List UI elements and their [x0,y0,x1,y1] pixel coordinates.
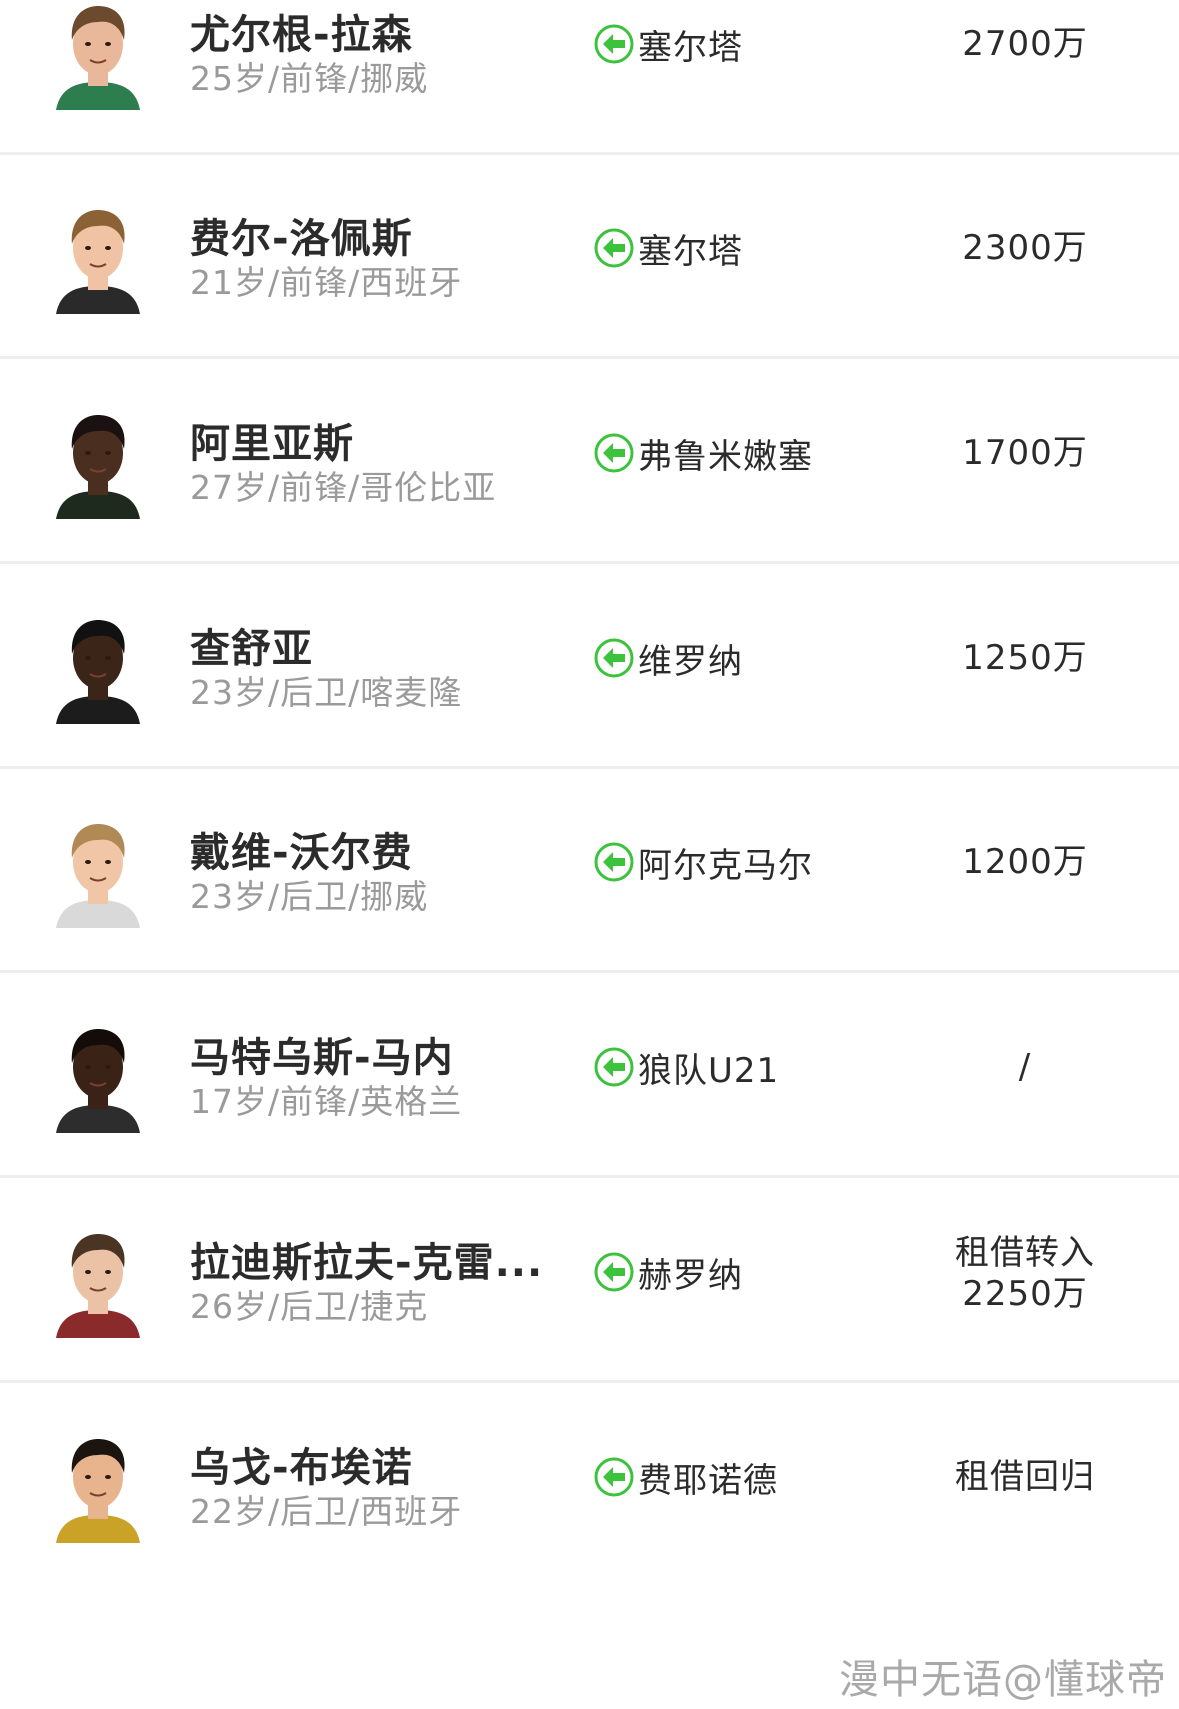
from-club: 维罗纳 [594,636,743,682]
arrow-left-circle-icon [594,1457,634,1497]
transfer-fee-line: 1250万 [962,638,1088,678]
player-info: 17岁/前锋/英格兰 [190,1082,463,1121]
player-avatar [50,1023,146,1133]
transfer-row[interactable]: 阿里亚斯 27岁/前锋/哥伦比亚 弗鲁米嫩塞 1700万 [0,359,1179,564]
arrow-left-circle-icon [594,24,634,64]
player-info: 22岁/后卫/西班牙 [190,1492,463,1531]
from-club-name: 塞尔塔 [638,27,743,68]
from-club-name: 弗鲁米嫩塞 [638,436,813,477]
transfer-row[interactable]: 乌戈-布埃诺 22岁/后卫/西班牙 费耶诺德 租借回归 [0,1383,1179,1588]
transfer-fee-line: 2700万 [962,24,1088,64]
transfer-fee: 2300万 [930,228,1120,269]
from-club: 狼队U21 [594,1045,780,1091]
transfer-row[interactable]: 马特乌斯-马内 17岁/前锋/英格兰 狼队U21/ [0,973,1179,1178]
transfer-fee-line: 1700万 [962,433,1088,473]
player-info: 23岁/后卫/挪威 [190,877,429,916]
player-avatar [50,614,146,724]
player-info: 21岁/前锋/西班牙 [190,263,463,302]
from-club: 费耶诺德 [594,1455,778,1501]
transfer-fee: 租借转入 2250万 [930,1233,1120,1315]
player-info: 25岁/前锋/挪威 [190,59,429,98]
player-avatar [50,818,146,928]
transfer-row[interactable]: 尤尔根-拉森 25岁/前锋/挪威 塞尔塔 2700万 [0,0,1179,155]
player-avatar [50,1228,146,1338]
arrow-left-circle-icon [594,433,634,473]
player-info: 27岁/前锋/哥伦比亚 [190,468,497,507]
transfer-fee: 租借回归 [930,1457,1120,1498]
transfer-fee: 2700万 [930,24,1120,65]
player-avatar [50,409,146,519]
transfer-row[interactable]: 戴维-沃尔费 23岁/后卫/挪威 阿尔克马尔 1200万 [0,768,1179,973]
arrow-left-circle-icon [594,842,634,882]
watermark: 漫中无语@懂球帝 [839,1657,1167,1703]
from-club-name: 阿尔克马尔 [638,845,813,886]
transfer-page: 尤尔根-拉森 25岁/前锋/挪威 塞尔塔 2700万 费尔-洛佩斯 21岁/前锋/西班牙塞… [0,0,1179,1709]
from-club-name: 塞尔塔 [638,231,743,272]
from-club-name: 维罗纳 [638,641,743,682]
player-info: 26岁/后卫/捷克 [190,1287,429,1326]
player-avatar [50,0,146,110]
transfer-fee-line: 租借转入 [955,1233,1095,1273]
transfer-row[interactable]: 查舒亚 23岁/后卫/喀麦隆 维罗纳 1250万 [0,564,1179,769]
from-club-name: 费耶诺德 [638,1460,778,1501]
from-club: 弗鲁米嫩塞 [594,431,813,477]
from-club: 阿尔克马尔 [594,840,813,886]
transfer-row[interactable]: 拉迪斯拉夫-克雷... 26岁/后卫/捷克 赫罗纳 租借转入 2250万 [0,1178,1179,1383]
transfer-fee-line: 租借回归 [955,1457,1095,1497]
transfer-fee-line: 2300万 [962,228,1088,268]
from-club: 赫罗纳 [594,1250,743,1296]
player-avatar [50,1433,146,1543]
arrow-left-circle-icon [594,1252,634,1292]
transfer-fee: 1250万 [930,638,1120,679]
transfer-fee-line: / [1018,1047,1032,1087]
from-club: 塞尔塔 [594,22,743,68]
transfer-fee: 1200万 [930,842,1120,883]
arrow-left-circle-icon [594,638,634,678]
transfer-fee-line: 2250万 [962,1274,1088,1314]
transfer-fee-line: 1200万 [962,842,1088,882]
arrow-left-circle-icon [594,228,634,268]
from-club: 塞尔塔 [594,226,743,272]
transfer-fee: 1700万 [930,433,1120,474]
arrow-left-circle-icon [594,1047,634,1087]
transfer-fee: / [930,1047,1120,1088]
transfer-row[interactable]: 费尔-洛佩斯 21岁/前锋/西班牙 塞尔塔 2300万 [0,154,1179,359]
player-info: 23岁/后卫/喀麦隆 [190,673,463,712]
from-club-name: 赫罗纳 [638,1255,743,1296]
from-club-name: 狼队U21 [638,1050,780,1091]
player-avatar [50,204,146,314]
